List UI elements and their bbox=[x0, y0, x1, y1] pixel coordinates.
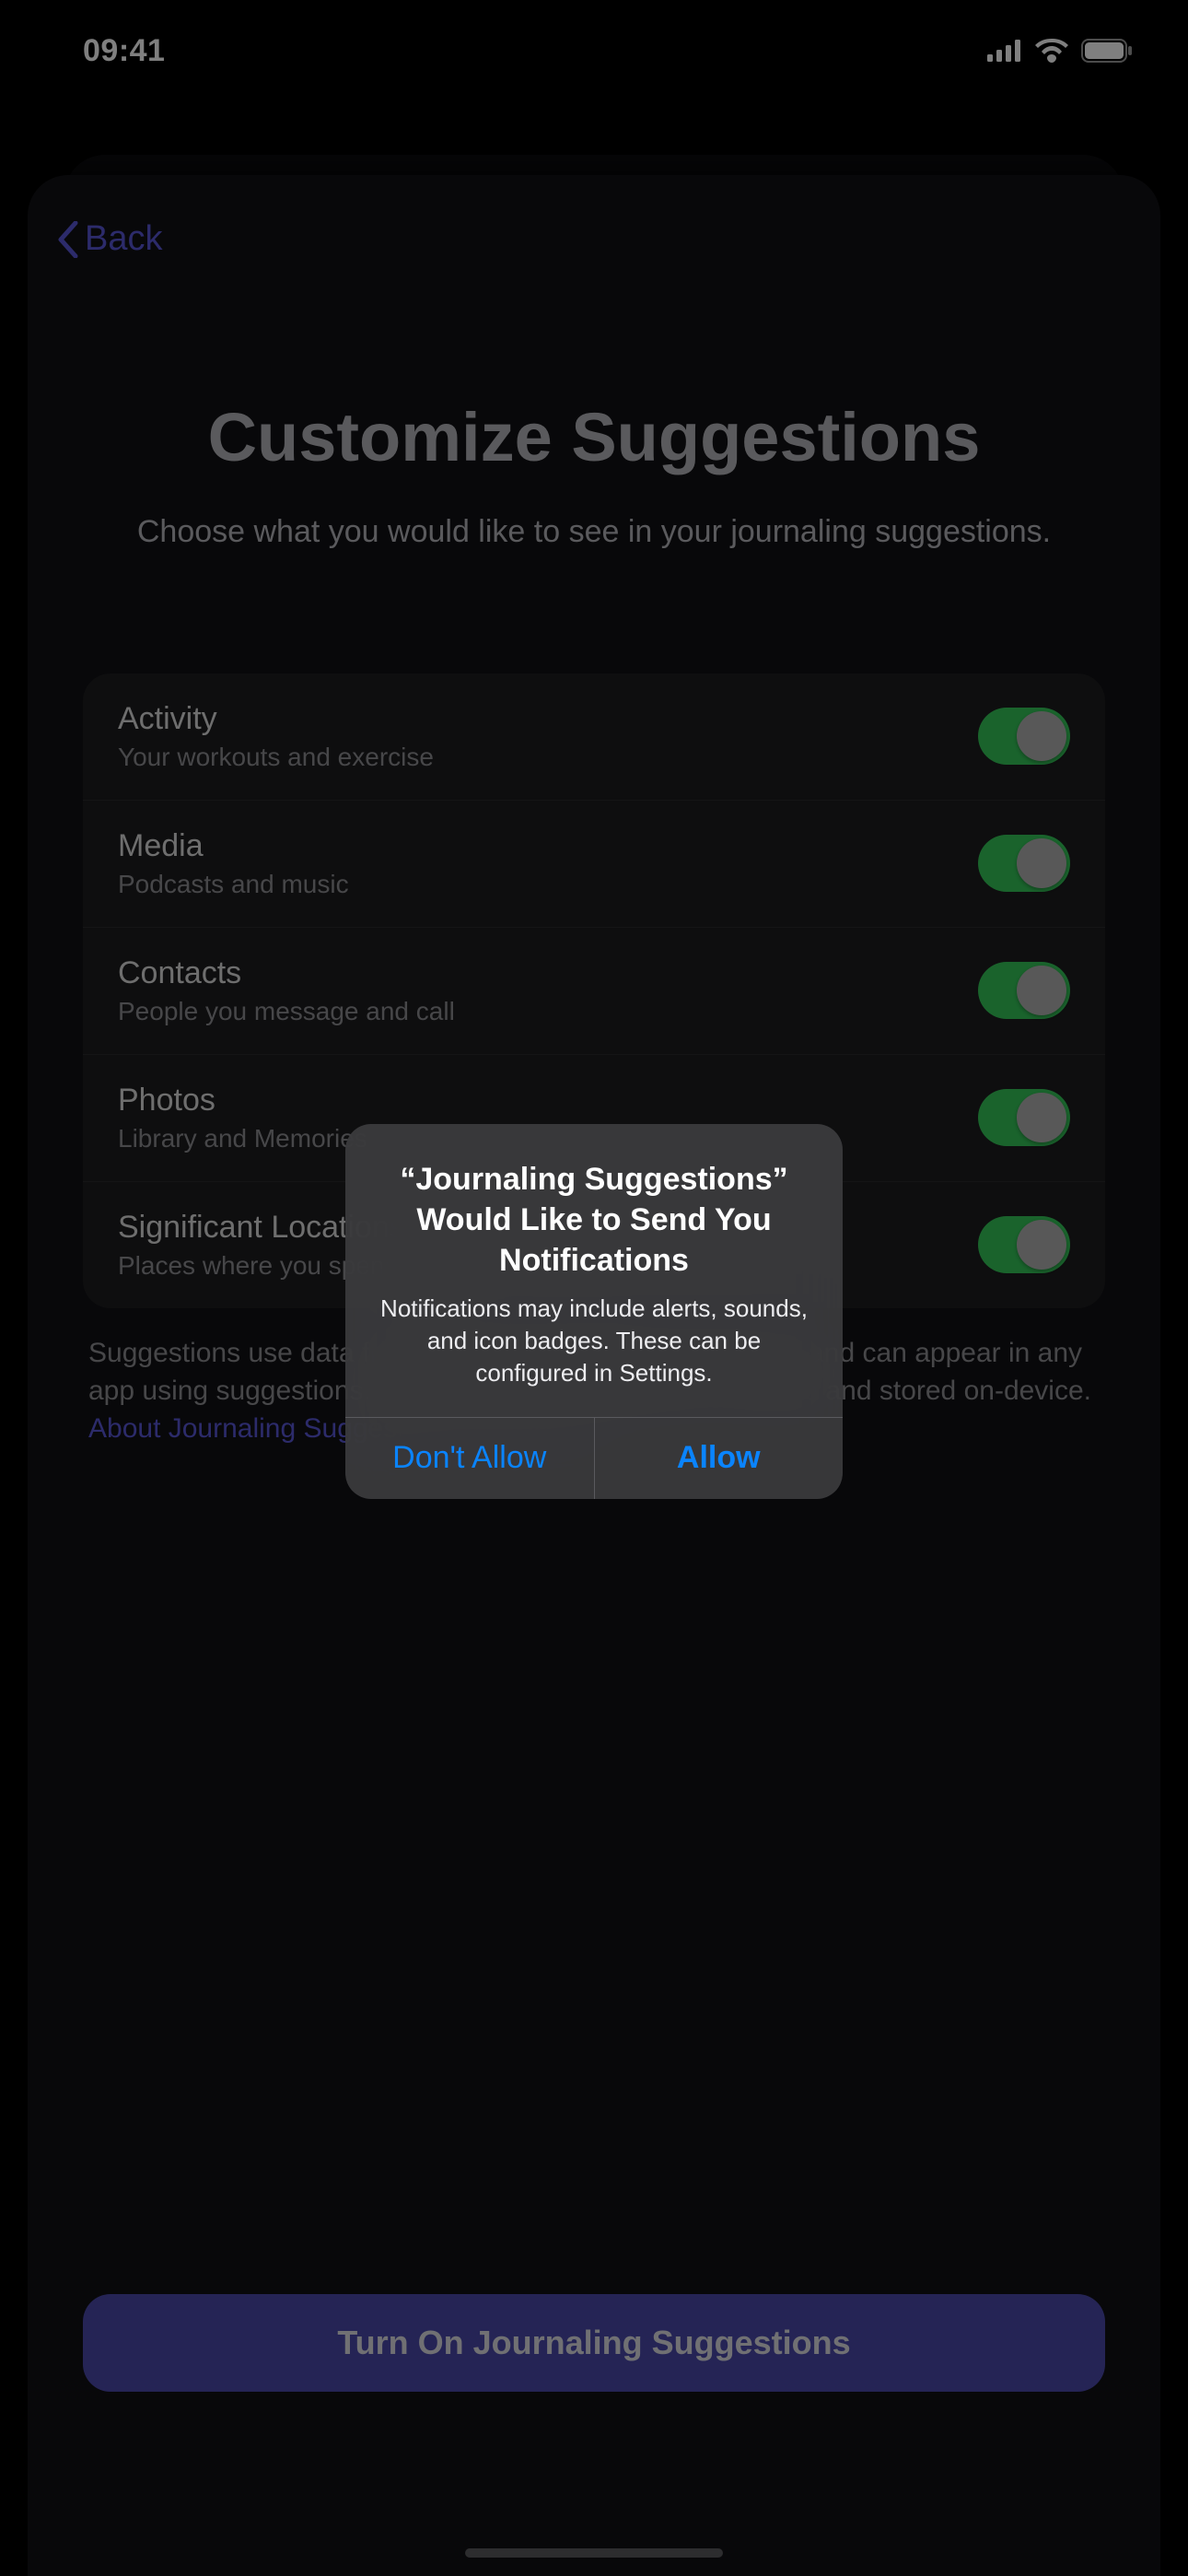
alert-body: “Journaling Suggestions” Would Like to S… bbox=[345, 1124, 843, 1417]
notification-alert: “Journaling Suggestions” Would Like to S… bbox=[345, 1124, 843, 1499]
alert-buttons: Don't Allow Allow bbox=[345, 1417, 843, 1499]
dont-allow-button[interactable]: Don't Allow bbox=[345, 1418, 595, 1499]
alert-message: Notifications may include alerts, sounds… bbox=[375, 1293, 813, 1389]
alert-title: “Journaling Suggestions” Would Like to S… bbox=[375, 1159, 813, 1282]
allow-button[interactable]: Allow bbox=[595, 1418, 844, 1499]
